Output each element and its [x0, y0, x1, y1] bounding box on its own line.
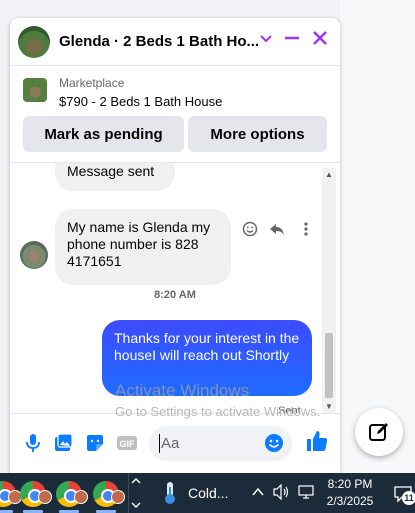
notification-icon[interactable]: 11 [393, 484, 415, 505]
message-input[interactable]: Aa [149, 426, 292, 461]
text-cursor [159, 434, 160, 453]
sticker-icon[interactable] [84, 432, 106, 454]
contact-avatar[interactable] [18, 26, 50, 58]
new-message-button[interactable] [355, 408, 403, 456]
notification-count-badge: 11 [402, 491, 415, 505]
profile-badge [74, 490, 88, 504]
taskbar-overflow[interactable] [128, 473, 142, 513]
taskbar-date[interactable]: 2/3/2025 [325, 494, 375, 508]
page-background-right [340, 0, 415, 473]
marketplace-label: Marketplace [59, 76, 125, 90]
compose-icon [369, 423, 388, 441]
message-thread: Message sent My name is Glenda my phone … [10, 163, 340, 413]
listing-thumbnail[interactable] [23, 78, 47, 102]
more-actions-icon[interactable] [296, 221, 316, 241]
message-composer: GIF Aa [10, 413, 340, 473]
microphone-icon[interactable] [22, 432, 44, 454]
scroll-thumb[interactable] [325, 333, 333, 398]
chat-title[interactable]: Glenda · 2 Beds 1 Bath Ho... [59, 33, 259, 50]
emoji-icon[interactable] [264, 433, 284, 453]
mark-as-pending-button[interactable]: Mark as pending [23, 116, 184, 152]
chevron-up-icon[interactable] [251, 485, 265, 499]
activate-windows-instructions: Go to Settings to activate Windows. [115, 404, 321, 419]
chevron-down-icon[interactable] [255, 30, 277, 52]
network-icon[interactable] [298, 484, 316, 500]
more-options-button[interactable]: More options [188, 116, 327, 152]
volume-icon[interactable] [273, 483, 291, 501]
thumbs-up-icon[interactable] [305, 429, 331, 455]
listing-title[interactable]: $790 - 2 Beds 1 Bath House [59, 94, 222, 109]
chat-header[interactable]: Glenda · 2 Beds 1 Bath Ho... [10, 18, 340, 66]
chevron-up-down-icon [131, 478, 141, 508]
scrollbar[interactable]: ▲ ▼ [322, 168, 336, 413]
taskbar-time[interactable]: 8:20 PM [325, 477, 375, 491]
message-text: Thanks for your interest in the houseI w… [114, 330, 300, 363]
message-input-placeholder: Aa [161, 435, 180, 452]
windows-taskbar: Cold... 8:20 PM 2/3/2025 11 [0, 473, 415, 513]
sender-avatar[interactable] [20, 241, 48, 269]
weather-label[interactable]: Cold... [188, 485, 228, 501]
activate-windows-watermark: Activate Windows [115, 381, 250, 400]
incoming-message-bubble[interactable]: My name is Glenda my phone number is 828… [55, 209, 231, 285]
close-icon[interactable] [309, 30, 331, 52]
thermometer-icon[interactable] [160, 481, 180, 505]
partial-message-bubble[interactable]: Message sent [55, 163, 175, 191]
scroll-up-arrow-icon[interactable]: ▲ [322, 170, 336, 179]
svg-text:GIF: GIF [120, 439, 136, 449]
profile-badge [111, 490, 125, 504]
message-timestamp: 8:20 AM [154, 289, 196, 301]
message-text: Message sent [67, 163, 155, 179]
message-text: My name is Glenda my phone number is 828… [67, 219, 211, 269]
profile-badge [38, 490, 52, 504]
emoji-reaction-icon[interactable] [240, 221, 260, 241]
gif-icon[interactable]: GIF [116, 432, 138, 454]
minimize-icon[interactable] [281, 30, 303, 52]
scroll-down-arrow-icon[interactable]: ▼ [322, 402, 336, 411]
reply-icon[interactable] [267, 221, 287, 241]
photo-icon[interactable] [52, 432, 74, 454]
